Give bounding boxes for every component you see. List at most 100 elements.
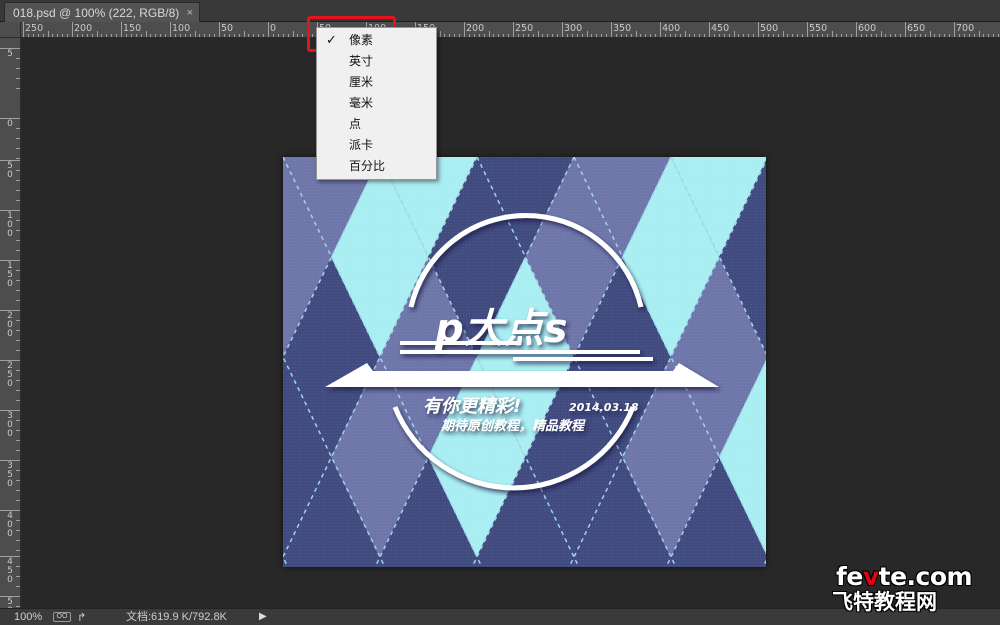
ruler-tick [821, 34, 823, 37]
status-menu-arrow-icon[interactable]: ▶ [259, 609, 267, 625]
ruler-tick [16, 606, 20, 607]
ruler-tick [650, 34, 652, 37]
menu-item-percent[interactable]: 百分比 [317, 156, 436, 177]
ruler-tick [32, 34, 34, 37]
document-tab[interactable]: 018.psd @ 100% (222, RGB/8) × [4, 2, 200, 22]
ruler-tick [16, 230, 20, 231]
menu-item-inches[interactable]: 英寸 [317, 51, 436, 72]
ruler-tick [16, 440, 20, 441]
ruler-tick [723, 34, 725, 37]
canvas-area[interactable]: p大点s 有你更精彩! 2014.03.18 期待原创教程，精品教程 [21, 38, 1000, 608]
ruler-tick [601, 34, 603, 37]
ruler-tick [272, 34, 274, 37]
menu-item-pixels[interactable]: ✓ 像素 [317, 30, 436, 51]
ruler-tick [885, 34, 887, 37]
ruler-tick [542, 34, 544, 37]
ruler-tick [949, 34, 951, 37]
ruler-tick [488, 31, 490, 37]
ruler-tick [718, 34, 720, 37]
ruler-tick [767, 34, 769, 37]
ruler-tick [96, 31, 98, 37]
ruler-tick [16, 280, 20, 281]
ruler-tick [106, 34, 108, 37]
ruler-tick [620, 34, 622, 37]
menu-item-points[interactable]: 点 [317, 114, 436, 135]
ruler-tick [16, 290, 20, 291]
ruler-tick [513, 22, 514, 37]
ruler-tick [16, 330, 20, 331]
ruler-tick [576, 34, 578, 37]
ruler-label: 4 5 0 [7, 557, 13, 585]
menu-item-centimeters[interactable]: 厘米 [317, 72, 436, 93]
zoom-level[interactable]: 100% [14, 609, 42, 625]
ruler-tick [16, 300, 20, 301]
ruler-tick [709, 22, 710, 37]
ruler-tick [655, 34, 657, 37]
ruler-tick [86, 34, 88, 37]
ruler-tick [743, 34, 745, 37]
ruler-tick [160, 34, 162, 37]
ruler-tick [557, 34, 559, 37]
proof-icon[interactable]: OO [53, 612, 71, 622]
ruler-tick [125, 34, 127, 37]
ruler-tick [16, 170, 20, 171]
ruler-label: 0 [7, 119, 13, 129]
ruler-tick [214, 34, 216, 37]
menu-item-picas[interactable]: 派卡 [317, 135, 436, 156]
ruler-tick [762, 34, 764, 37]
horizontal-ruler[interactable]: 2502001501005005010015020025030035040045… [21, 22, 1000, 38]
ruler-tick [42, 34, 44, 37]
ruler-tick [223, 34, 225, 37]
ruler-tick [444, 34, 446, 37]
ruler-tick [914, 34, 916, 37]
close-icon[interactable]: × [187, 3, 193, 23]
ruler-tick [905, 22, 906, 37]
ruler-tick [16, 400, 20, 401]
ruler-tick [851, 34, 853, 37]
ruler-tick [733, 31, 735, 37]
ruler-tick [253, 34, 255, 37]
ruler-tick [23, 22, 24, 37]
ruler-tick [664, 34, 666, 37]
ruler-tick [807, 22, 808, 37]
ruler-tick [777, 34, 779, 37]
photoshop-window: 018.psd @ 100% (222, RGB/8) × 250 200 150 1… [0, 0, 1000, 625]
ruler-tick [552, 34, 554, 37]
ruler-tick [248, 34, 250, 37]
ruler-tick [978, 31, 980, 37]
artboard[interactable]: p大点s 有你更精彩! 2014.03.18 期待原创教程，精品教程 [283, 157, 766, 567]
ruler-tick [944, 34, 946, 37]
ruler-label: 700 [956, 23, 975, 34]
ruler-tick [640, 34, 642, 37]
ruler-tick [297, 34, 299, 37]
ruler-tick [836, 34, 838, 37]
ruler-tick [165, 34, 167, 37]
ruler-tick [856, 22, 857, 37]
ruler-tick [900, 34, 902, 37]
vertical-ruler[interactable]: 5 0 5 0 1 0 0 1 5 0 2 0 0 2 5 0 3 0 0 3 5 0 4 0 0… [0, 38, 21, 608]
ruler-tick [91, 34, 93, 37]
ruler-tick [880, 31, 882, 37]
ruler-origin-corner[interactable] [0, 22, 21, 38]
ruler-tick [508, 34, 510, 37]
document-tab-title: 018.psd @ 100% (222, RGB/8) [13, 6, 180, 20]
ruler-tick [895, 34, 897, 37]
ruler-tick [547, 34, 549, 37]
ruler-tick [993, 34, 995, 37]
ruler-tick [464, 22, 465, 37]
ruler-tick [194, 31, 196, 37]
ruler-tick [694, 34, 696, 37]
ruler-tick [184, 34, 186, 37]
share-icon[interactable]: ↱ [77, 610, 86, 625]
ruler-tick [228, 34, 230, 37]
logo-slogan: 有你更精彩! [423, 396, 521, 417]
menu-item-millimeters[interactable]: 毫米 [317, 93, 436, 114]
ruler-tick [101, 34, 103, 37]
ruler-tick [919, 34, 921, 37]
ruler-tick [16, 320, 20, 321]
ruler-tick [758, 22, 759, 37]
watermark-site-cn: 飞特教程网 [832, 590, 937, 614]
ruler-tick [135, 34, 137, 37]
document-size-info[interactable]: 文档:619.9 K/792.8K [126, 609, 227, 625]
ruler-tick [679, 34, 681, 37]
